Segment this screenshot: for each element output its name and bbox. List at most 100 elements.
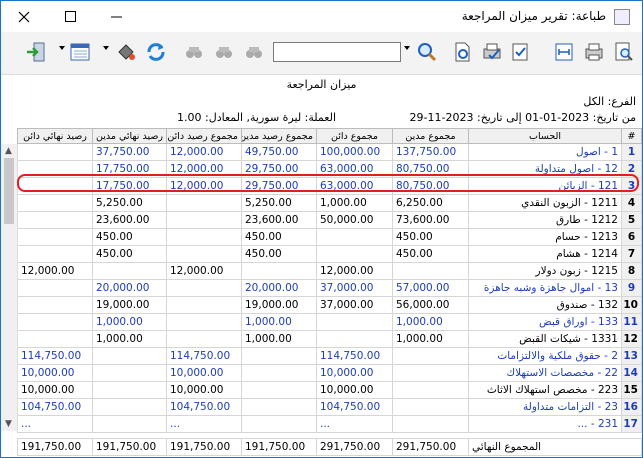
table-row[interactable]: 9 13 - اموال جاهزة وشبه جاهزة 57,000.00 37,… (17, 279, 642, 297)
calendar-button[interactable] (67, 39, 93, 65)
zoom-button[interactable] (414, 39, 440, 65)
calendar-dropdown-caret[interactable] (103, 46, 109, 50)
final-credit (17, 143, 93, 161)
currency-line: العملة: ليرة سورية, المعادل: 1.00 (177, 111, 336, 124)
final-debit: 5,250.00 (92, 194, 167, 212)
save-export-button[interactable] (113, 39, 139, 65)
print-setup-button[interactable] (479, 39, 505, 65)
printer-check-icon (483, 43, 501, 60)
balance-debit: 5,250.00 (241, 194, 317, 212)
close-button[interactable] (1, 1, 47, 32)
table-row[interactable]: 7 1214 - هشام 450.00 450.00 450.00 (17, 245, 642, 263)
col-header-account[interactable]: الحساب (468, 128, 622, 144)
balance-debit (241, 381, 317, 399)
preview-button[interactable] (611, 39, 637, 65)
col-header-balance-debit[interactable]: مجموع رصيد مدين (241, 128, 317, 144)
table-row[interactable]: 15 223 - مخصص استهلاك الاثاث 10,000.00 10,0… (17, 381, 642, 399)
balance-credit: 114,750.00 (166, 347, 242, 365)
col-header-final-credit[interactable]: رصيد نهائي دائن (17, 128, 93, 144)
branch-line: الفرع: الكل (583, 95, 636, 108)
trial-balance-table-wrap: # الحساب مجموع مدين مجموع دائن مجموع رصي… (1, 128, 642, 433)
vertical-scrollbar[interactable]: ▲ ▼ (1, 144, 18, 431)
scroll-up-arrow[interactable]: ▲ (5, 146, 12, 156)
first-page-button[interactable] (181, 39, 207, 65)
final-debit: 1,000.00 (92, 313, 167, 331)
exit-button[interactable] (23, 39, 49, 65)
total-debit (392, 347, 469, 365)
row-index: 2 (621, 160, 642, 178)
col-header-balance-credit[interactable]: مجموع رصيد دائن (166, 128, 242, 144)
balance-debit (241, 364, 317, 382)
table-row[interactable]: 13 2 - حقوق ملكية والالتزامات 114,750.00 11… (17, 347, 642, 365)
final-credit (17, 296, 93, 314)
paint-bucket-icon (118, 44, 135, 60)
table-row[interactable]: 4 1211 - الزبون النقدي 6,250.00 1,000.00 5,2… (17, 194, 642, 212)
minimize-button[interactable] (93, 1, 139, 32)
fit-width-button[interactable] (551, 39, 577, 65)
table-row[interactable]: 6 1213 - حسام 450.00 450.00 450.00 (17, 228, 642, 246)
total-debit: 57,000.00 (392, 279, 469, 297)
row-index: 16 (621, 398, 642, 416)
total-credit: 63,000.00 (316, 177, 393, 195)
scroll-thumb[interactable] (4, 158, 14, 224)
exit-dropdown-caret[interactable] (59, 46, 65, 50)
total-debit (392, 381, 469, 399)
table-row[interactable]: 12 1331 - شيكات القبض 1,000.00 1,000.00 1,00… (17, 330, 642, 348)
row-index: 13 (621, 347, 642, 365)
row-index: 12 (621, 330, 642, 348)
exit-icon (27, 42, 45, 62)
balance-debit: 1,000.00 (241, 330, 317, 348)
search-input[interactable] (273, 42, 401, 62)
final-debit: 37,750.00 (92, 143, 167, 161)
print-button[interactable] (581, 39, 607, 65)
table-row[interactable]: 2 12 - اصول متداولة 80,750.00 63,000.00 29,7… (17, 160, 642, 178)
row-index: 10 (621, 296, 642, 314)
total-debit: 450.00 (392, 228, 469, 246)
balance-debit: 49,750.00 (241, 143, 317, 161)
total-credit: 63,000.00 (316, 160, 393, 178)
table-row[interactable]: 16 23 - التزامات متداولة 104,750.00 104,750… (17, 398, 642, 416)
final-credit (17, 194, 93, 212)
final-debit: 17,750.00 (92, 160, 167, 178)
final-debit: 23,600.00 (92, 211, 167, 229)
total-debit (392, 415, 469, 433)
find-next-button[interactable] (241, 39, 267, 65)
page-options-button[interactable] (507, 39, 533, 65)
row-index: 11 (621, 313, 642, 331)
table-row[interactable]: 3 121 - الزبائن 80,750.00 63,000.00 29,750.0… (17, 177, 642, 195)
final-credit (17, 279, 93, 297)
total-credit: 10,000.00 (316, 364, 393, 382)
table-row[interactable]: 8 1215 - زبون دولار 12,000.00 12,000.00 12,0… (17, 262, 642, 280)
final-debit (92, 364, 167, 382)
balance-credit (166, 330, 242, 348)
row-index: 7 (621, 245, 642, 263)
balance-credit: 12,000.00 (166, 177, 242, 195)
table-row[interactable]: 10 132 - صندوق 56,000.00 37,000.00 19,000.00… (17, 296, 642, 314)
total-debit (392, 262, 469, 280)
find-button[interactable] (211, 39, 237, 65)
balance-credit (166, 228, 242, 246)
refresh-icon (147, 43, 165, 61)
refresh-button[interactable] (143, 39, 169, 65)
col-header-total-credit[interactable]: مجموع دائن (316, 128, 393, 144)
page-setup-button[interactable] (449, 39, 475, 65)
table-row[interactable]: 14 22 - مخصصات الاستهلاك 10,000.00 10,000.0… (17, 364, 642, 382)
scroll-down-arrow[interactable]: ▼ (5, 419, 12, 429)
table-row[interactable]: 11 133 - اوراق قبض 1,000.00 1,000.00 1,000.0… (17, 313, 642, 331)
maximize-button[interactable] (47, 1, 93, 32)
balance-debit: 20,000.00 (241, 279, 317, 297)
account-name: 1214 - هشام (468, 245, 622, 263)
col-header-total-debit[interactable]: مجموع مدين (392, 128, 469, 144)
magnifier-icon (418, 43, 437, 62)
col-header-final-debit[interactable]: رصيد نهائي مدين (92, 128, 167, 144)
table-header-row: # الحساب مجموع مدين مجموع دائن مجموع رصي… (17, 128, 642, 144)
account-name: 223 - مخصص استهلاك الاثاث (468, 381, 622, 399)
col-header-index[interactable]: # (621, 128, 642, 144)
printer-icon (585, 43, 603, 61)
search-dropdown-caret[interactable] (404, 46, 410, 50)
table-row[interactable]: 11 - اصول 137,750.00 100,000.00 49,750.00 12… (17, 143, 642, 161)
balance-debit: 450.00 (241, 245, 317, 263)
table-row[interactable]: 5 1212 - طارق 73,600.00 50,000.00 23,600.00 2… (17, 211, 642, 229)
table-row[interactable]: 17 231 - ............ (17, 415, 642, 433)
totals-row: المجموع النهائي 291,750.00 291,750.00 19… (17, 438, 642, 456)
